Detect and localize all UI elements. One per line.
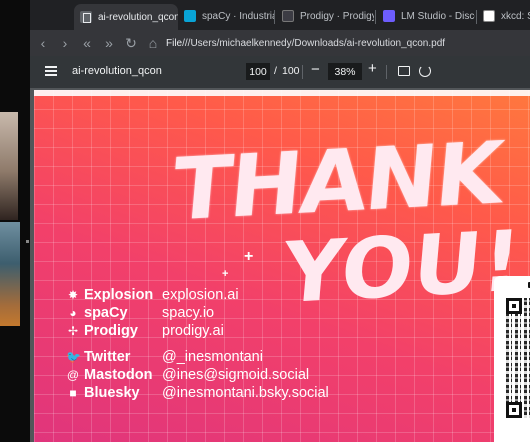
pdf-toolbar: ai-revolution_qcon 100 / 100 − 38% + [30, 56, 530, 88]
link-name: Mastodon [84, 367, 153, 383]
forward-icon[interactable]: › [54, 32, 76, 54]
qr-finder-pattern [506, 402, 522, 418]
spacy-icon: ◕ [69, 306, 77, 320]
menu-icon[interactable] [45, 66, 57, 76]
headline-you: YOU! [278, 211, 525, 323]
page-total: 100 [282, 65, 300, 77]
prodigy-icon [282, 10, 294, 22]
tab-label: Prodigy · Prodigy · An [300, 10, 374, 22]
sparkle-icon: + [244, 248, 254, 265]
zoom-out-icon[interactable]: − [311, 61, 320, 78]
tab-label: ai-revolution_qcon [98, 11, 178, 23]
tab-separator [274, 10, 275, 24]
browser-toolbar: ‹ › « » ↻ ⌂ File ///Users/michaelkennedy… [30, 30, 530, 56]
link-row-prodigy[interactable]: ✢ Prodigy prodigy.ai [66, 322, 224, 340]
tab-ai-revolution[interactable]: ai-revolution_qcon [74, 4, 178, 30]
slide-page: THANK YOU! + + ✸ Explosion explosion.ai … [34, 90, 530, 442]
toolbar-divider [386, 65, 387, 79]
mastodon-icon: @ [66, 368, 80, 382]
desktop-background [0, 0, 30, 442]
skip-back-icon[interactable]: « [76, 32, 98, 54]
link-name: spaCy [84, 305, 128, 321]
tab-separator [375, 10, 376, 24]
link-row-spacy[interactable]: ◕ spaCy spacy.io [66, 304, 214, 322]
link-value: spacy.io [162, 305, 215, 321]
url-text: ///Users/michaelkennedy/Downloads/ai-rev… [182, 37, 446, 49]
link-row-bluesky[interactable]: ■ Bluesky @inesmontani.bsky.social [66, 384, 328, 402]
spacy-icon [184, 10, 196, 22]
browser-window: ai-revolution_qcon spaCy · Industrial-st… [30, 0, 530, 442]
zoom-level-input[interactable]: 38% [328, 63, 362, 80]
qr-finder-pattern [506, 298, 522, 314]
link-value: @ines@sigmoid.social [162, 367, 310, 383]
link-name: Explosion [84, 287, 154, 303]
tab-label: spaCy · Industrial-stre [202, 10, 274, 22]
pdf-icon [80, 11, 92, 23]
tab-spacy[interactable]: spaCy · Industrial-stre [178, 4, 274, 28]
link-row-twitter[interactable]: 🐦 Twitter @_inesmontani [66, 348, 263, 366]
link-name: Twitter [84, 349, 131, 365]
link-value: prodigy.ai [162, 323, 224, 339]
link-name: Prodigy [84, 323, 138, 339]
page-number-input[interactable]: 100 [246, 63, 270, 80]
skip-forward-icon[interactable]: » [98, 32, 120, 54]
pdf-viewport[interactable]: THANK YOU! + + ✸ Explosion explosion.ai … [30, 88, 530, 442]
xkcd-icon [483, 10, 495, 22]
link-name: Bluesky [84, 385, 140, 401]
slide-top-edge [34, 90, 530, 96]
bluesky-icon: ■ [69, 386, 77, 400]
tab-prodigy[interactable]: Prodigy · Prodigy · An [276, 4, 374, 28]
link-value: @_inesmontani [162, 349, 263, 365]
tab-lm-studio[interactable]: LM Studio - Discover, [377, 4, 475, 28]
sparkle-icon: + [222, 268, 229, 280]
link-row-mastodon[interactable]: @ Mastodon @ines@sigmoid.social [66, 366, 309, 384]
lmstudio-icon [383, 10, 395, 22]
rotate-icon[interactable] [419, 65, 431, 77]
address-bar[interactable]: File ///Users/michaelkennedy/Downloads/a… [162, 32, 530, 54]
back-icon[interactable]: ‹ [32, 32, 54, 54]
qr-code-pattern [506, 298, 530, 418]
page-separator: / [274, 65, 277, 77]
tab-xkcd[interactable]: xkcd: Simpl [477, 4, 530, 28]
zoom-in-icon[interactable]: + [368, 60, 377, 77]
qr-code-card [494, 276, 530, 442]
fit-page-icon[interactable] [398, 66, 410, 76]
link-value: explosion.ai [162, 287, 239, 303]
link-value: @inesmontani.bsky.social [162, 385, 329, 401]
window-edge-marker [26, 240, 29, 243]
video-thumbnail [0, 112, 18, 220]
twitter-icon: 🐦 [66, 350, 81, 364]
tab-label: LM Studio - Discover, [401, 10, 475, 22]
video-thumbnail [0, 222, 20, 326]
explosion-icon: ✸ [67, 288, 79, 302]
prodigy-icon: ✢ [67, 324, 79, 338]
document-title: ai-revolution_qcon [72, 65, 162, 77]
toolbar-divider [302, 65, 303, 79]
file-scheme-label: File [166, 37, 183, 49]
reload-icon[interactable]: ↻ [120, 32, 142, 54]
home-icon[interactable]: ⌂ [142, 32, 164, 54]
tab-label: xkcd: Simpl [501, 10, 530, 22]
tab-strip: ai-revolution_qcon spaCy · Industrial-st… [30, 0, 530, 30]
link-row-explosion[interactable]: ✸ Explosion explosion.ai [66, 286, 239, 304]
